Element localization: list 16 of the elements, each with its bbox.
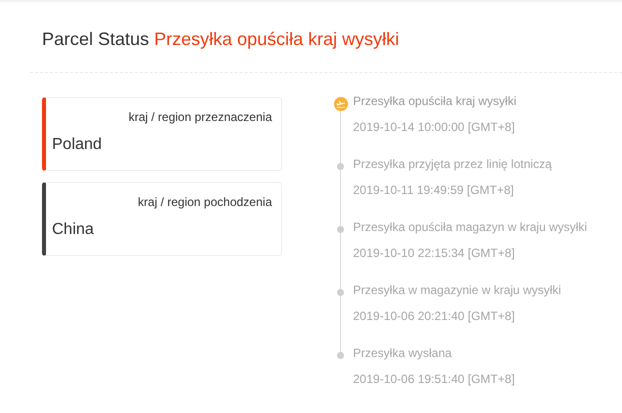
event-time: 2019-10-06 20:21:40 [GMT+8] <box>353 309 516 323</box>
event-title: Przesyłka opuściła magazyn w kraju wysyłki <box>353 220 588 234</box>
event-time: 2019-10-06 19:51:40 [GMT+8] <box>353 372 515 386</box>
event-title: Przesyłka opuściła kraj wysyłki <box>353 94 516 108</box>
location-caption: kraj / region przeznaczenia <box>128 110 272 124</box>
page-title: Parcel Status <box>42 29 150 49</box>
event-time: 2019-10-14 10:00:00 [GMT+8] <box>353 120 516 134</box>
event-title: Przesyłka przyjęta przez linię lotniczą <box>353 157 552 171</box>
parcel-status: Przesyłka opuściła kraj wysyłki <box>154 29 400 49</box>
event-title: Przesyłka w magazynie w kraju wysyłki <box>353 283 562 297</box>
location-caption: kraj / region pochodzenia <box>138 195 272 209</box>
event-time: 2019-10-11 19:49:59 [GMT+8] <box>353 183 515 197</box>
country-name: Poland <box>52 135 102 155</box>
country-name: China <box>52 220 94 240</box>
event-time: 2019-10-10 22:15:34 [GMT+8] <box>353 246 516 260</box>
event-title: Przesyłka wysłana <box>353 346 453 360</box>
